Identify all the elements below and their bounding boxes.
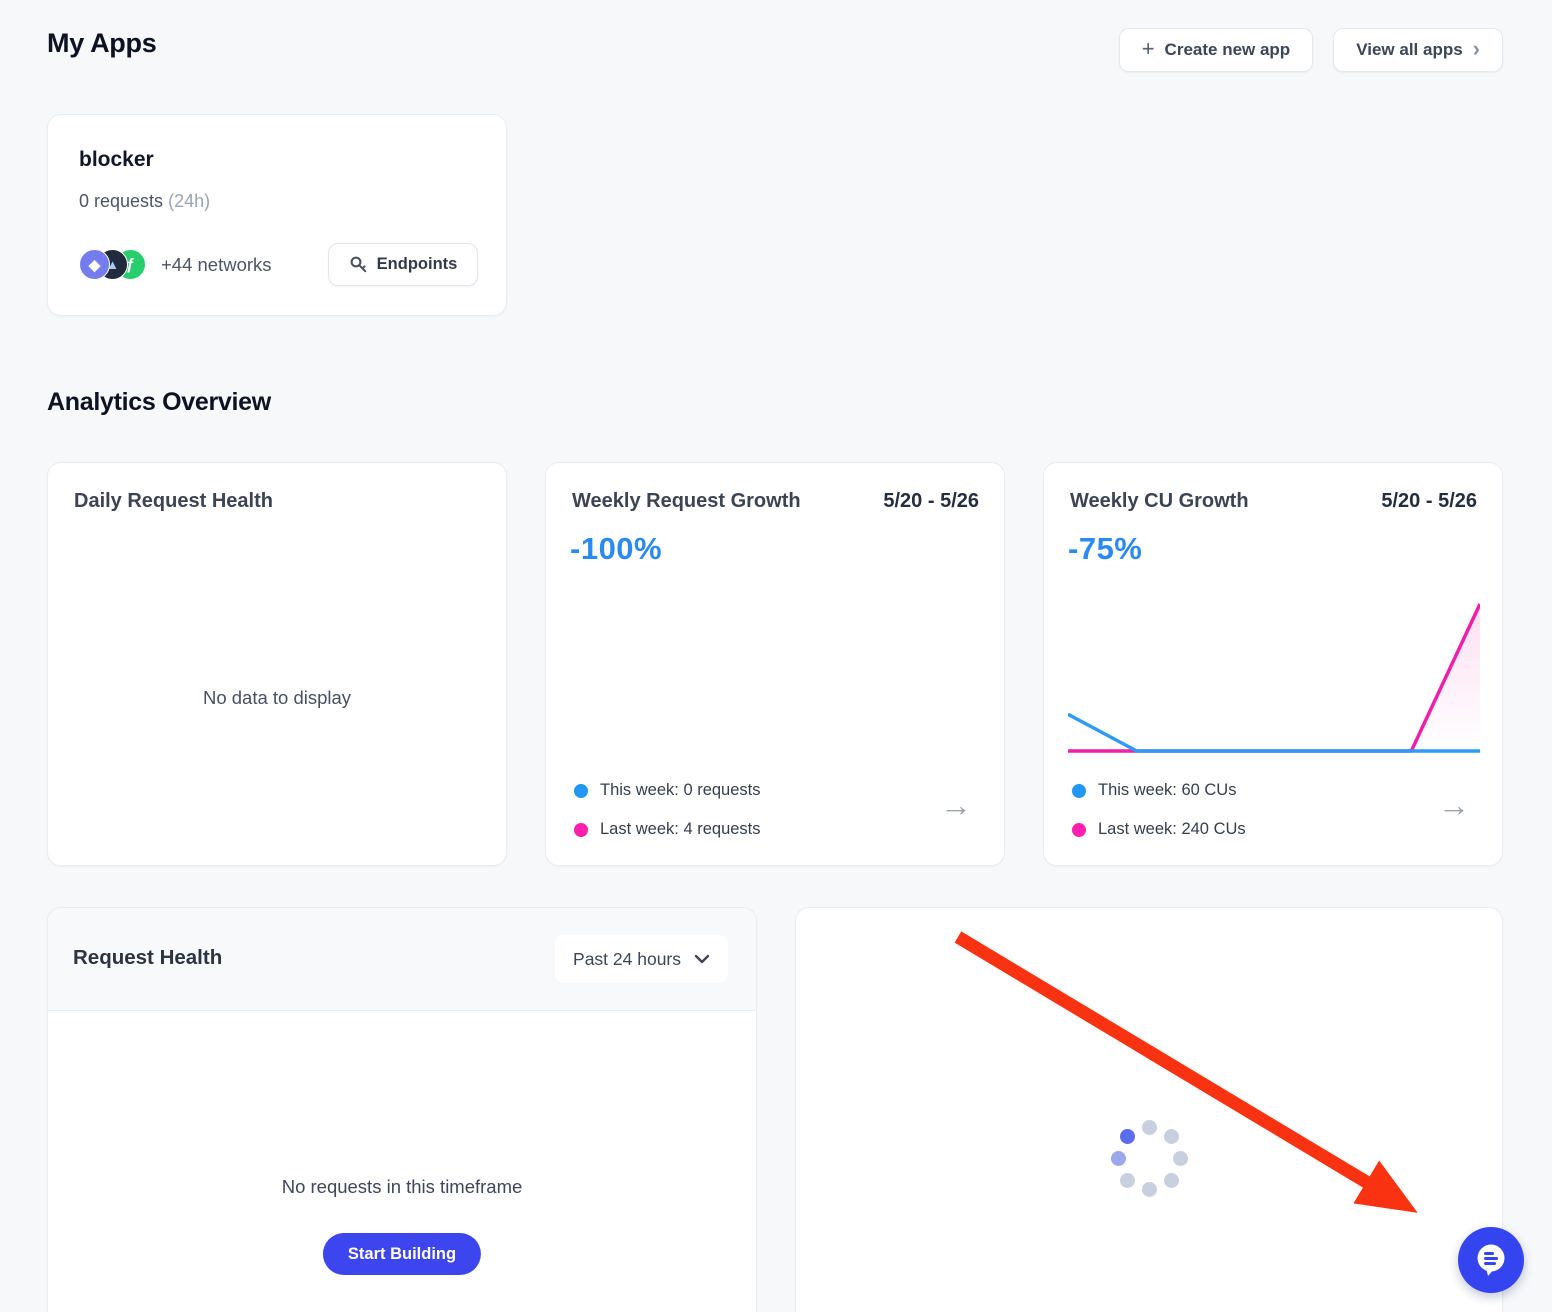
- app-requests-period: (24h): [168, 191, 210, 211]
- endpoints-label: Endpoints: [377, 255, 458, 274]
- chevron-down-icon: [694, 954, 710, 964]
- weekly-requests-date-range: 5/20 - 5/26: [883, 490, 979, 513]
- legend-last-week-label: Last week: 4 requests: [600, 820, 761, 839]
- plus-icon: +: [1142, 38, 1155, 60]
- request-health-title: Request Health: [73, 946, 222, 970]
- legend-this-week-label: This week: 0 requests: [600, 781, 761, 800]
- app-networks-row: ◆ ▲ ƒ +44 networks: [79, 249, 272, 281]
- weekly-requests-title: Weekly Request Growth: [572, 490, 801, 513]
- dashboard-page: My Apps + Create new app View all apps ›…: [0, 0, 1552, 1312]
- blue-dot-icon: [574, 784, 588, 798]
- chat-support-button[interactable]: [1458, 1227, 1524, 1293]
- weekly-cu-change: -75%: [1068, 531, 1142, 567]
- blue-dot-icon: [1072, 784, 1086, 798]
- pink-dot-icon: [574, 823, 588, 837]
- pink-dot-icon: [1072, 823, 1086, 837]
- view-all-apps-label: View all apps: [1356, 40, 1462, 60]
- cu-growth-line-chart: [1068, 601, 1480, 757]
- app-requests-count: 0 requests (24h): [79, 191, 210, 212]
- more-networks-label: +44 networks: [161, 254, 272, 276]
- view-all-apps-button[interactable]: View all apps ›: [1333, 28, 1503, 72]
- chevron-right-icon: ›: [1473, 38, 1480, 60]
- loading-spinner-icon: [1104, 1113, 1194, 1203]
- request-health-header: Request Health Past 24 hours: [48, 908, 756, 1011]
- daily-request-health-card: Daily Request Health No data to display: [47, 462, 507, 866]
- daily-empty-text: No data to display: [48, 687, 506, 709]
- topbar-actions: + Create new app View all apps ›: [1119, 28, 1503, 72]
- details-arrow-icon[interactable]: →: [1438, 789, 1470, 821]
- network-icon-stack: ◆ ▲ ƒ: [79, 249, 175, 281]
- ethereum-network-icon: ◆: [79, 249, 110, 280]
- weekly-cu-growth-card: Weekly CU Growth 5/20 - 5/26 -75% This w…: [1043, 462, 1503, 866]
- legend-this-week: This week: 0 requests: [574, 781, 761, 800]
- weekly-cu-date-range: 5/20 - 5/26: [1381, 490, 1477, 513]
- chat-bubble-icon: [1472, 1241, 1510, 1279]
- legend-last-week: Last week: 4 requests: [574, 820, 761, 839]
- create-new-app-button[interactable]: + Create new app: [1119, 28, 1314, 72]
- weekly-requests-change: -100%: [570, 531, 662, 567]
- legend-this-week: This week: 60 CUs: [1072, 781, 1236, 800]
- loading-card: [795, 907, 1503, 1312]
- details-arrow-icon[interactable]: →: [940, 789, 972, 821]
- analytics-overview-heading: Analytics Overview: [47, 388, 271, 417]
- legend-last-week-label: Last week: 240 CUs: [1098, 820, 1246, 839]
- timeframe-value: Past 24 hours: [573, 949, 681, 970]
- legend-last-week: Last week: 240 CUs: [1072, 820, 1246, 839]
- app-name: blocker: [79, 148, 154, 172]
- create-new-app-label: Create new app: [1165, 40, 1291, 60]
- daily-card-title: Daily Request Health: [74, 490, 273, 513]
- page-title: My Apps: [47, 28, 156, 59]
- legend-this-week-label: This week: 60 CUs: [1098, 781, 1236, 800]
- timeframe-dropdown[interactable]: Past 24 hours: [555, 935, 728, 983]
- start-building-button[interactable]: Start Building: [323, 1233, 481, 1275]
- key-icon: [349, 255, 368, 274]
- weekly-cu-title: Weekly CU Growth: [1070, 490, 1249, 513]
- request-health-card: Request Health Past 24 hours No requests…: [47, 907, 757, 1312]
- topbar: My Apps + Create new app View all apps ›: [47, 28, 1503, 72]
- app-card-blocker[interactable]: blocker 0 requests (24h) ◆ ▲ ƒ +44 netwo…: [47, 114, 507, 316]
- request-health-empty-text: No requests in this timeframe: [48, 1176, 756, 1198]
- weekly-request-growth-card: Weekly Request Growth 5/20 - 5/26 -100% …: [545, 462, 1005, 866]
- endpoints-button[interactable]: Endpoints: [328, 243, 478, 286]
